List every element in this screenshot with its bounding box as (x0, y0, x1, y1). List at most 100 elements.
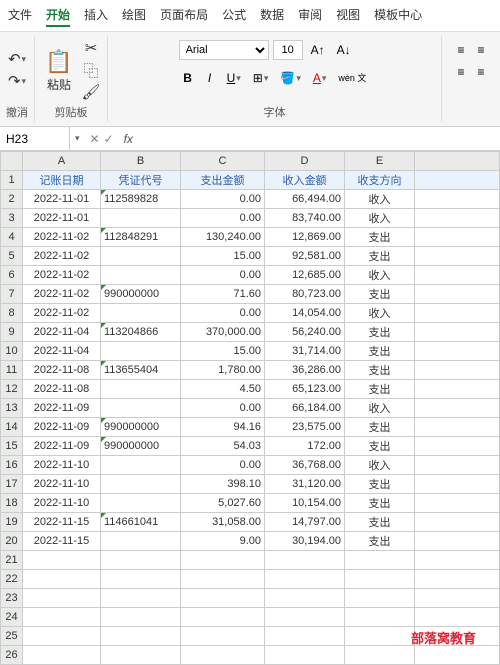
copy-icon[interactable]: ⿻ (81, 60, 101, 80)
cell[interactable]: 398.10 (181, 475, 265, 494)
row-header[interactable]: 14 (1, 418, 23, 437)
row-header[interactable]: 9 (1, 323, 23, 342)
cell[interactable]: 14,054.00 (265, 304, 345, 323)
grid[interactable]: A B C D E 1记账日期凭证代号支出金额收入金额收支方向22022-11-… (0, 151, 500, 665)
cell[interactable]: 4.50 (181, 380, 265, 399)
row-header[interactable]: 8 (1, 304, 23, 323)
row-header[interactable]: 12 (1, 380, 23, 399)
header-cell[interactable]: 支出金额 (181, 171, 265, 190)
cut-icon[interactable]: ✂ (81, 38, 101, 58)
cell[interactable]: 65,123.00 (265, 380, 345, 399)
row-header[interactable]: 17 (1, 475, 23, 494)
menu-template[interactable]: 模板中心 (374, 4, 422, 27)
row-header[interactable]: 24 (1, 608, 23, 627)
cell[interactable]: 990000000 (101, 437, 181, 456)
cell[interactable]: 2022-11-02 (23, 304, 101, 323)
increase-font-icon[interactable]: A↑ (307, 40, 329, 60)
bold-button[interactable]: B (179, 68, 197, 88)
cell[interactable]: 支出 (345, 494, 415, 513)
cell[interactable]: 收入 (345, 209, 415, 228)
cell[interactable] (101, 209, 181, 228)
cancel-formula-icon[interactable]: ✕ (90, 132, 100, 146)
cell[interactable]: 支出 (345, 437, 415, 456)
cell[interactable]: 14,797.00 (265, 513, 345, 532)
menu-data[interactable]: 数据 (260, 4, 284, 27)
cell[interactable]: 收入 (345, 266, 415, 285)
phonetic-button[interactable]: wèn 文 (334, 68, 370, 88)
cell[interactable]: 2022-11-10 (23, 456, 101, 475)
cell[interactable]: 支出 (345, 323, 415, 342)
row-header[interactable]: 19 (1, 513, 23, 532)
header-cell[interactable]: 记账日期 (23, 171, 101, 190)
font-color-button[interactable]: A▾ (309, 68, 331, 88)
row-header[interactable]: 18 (1, 494, 23, 513)
name-box[interactable] (0, 127, 70, 150)
cell[interactable]: 2022-11-15 (23, 513, 101, 532)
cell[interactable]: 9.00 (181, 532, 265, 551)
cell[interactable]: 2022-11-09 (23, 399, 101, 418)
col-header[interactable]: A (23, 152, 101, 171)
undo-icon[interactable]: ↶▾ (7, 49, 27, 69)
row-header[interactable]: 21 (1, 551, 23, 570)
cell[interactable]: 0.00 (181, 266, 265, 285)
cell[interactable]: 2022-11-02 (23, 285, 101, 304)
cell[interactable]: 收入 (345, 304, 415, 323)
cell[interactable]: 2022-11-02 (23, 266, 101, 285)
row-header[interactable]: 2 (1, 190, 23, 209)
row-header[interactable]: 13 (1, 399, 23, 418)
cell[interactable] (101, 494, 181, 513)
cell[interactable]: 66,184.00 (265, 399, 345, 418)
cell[interactable]: 5,027.60 (181, 494, 265, 513)
col-header[interactable]: D (265, 152, 345, 171)
border-button[interactable]: ⊞▾ (249, 68, 273, 88)
col-header[interactable]: E (345, 152, 415, 171)
fx-icon[interactable]: fx (120, 132, 137, 146)
cell[interactable]: 2022-11-08 (23, 380, 101, 399)
cell[interactable]: 12,869.00 (265, 228, 345, 247)
cell[interactable]: 12,685.00 (265, 266, 345, 285)
redo-icon[interactable]: ↷▾ (7, 71, 27, 91)
cell[interactable]: 2022-11-04 (23, 323, 101, 342)
cell[interactable]: 2022-11-10 (23, 475, 101, 494)
row-header[interactable]: 15 (1, 437, 23, 456)
cell[interactable]: 0.00 (181, 209, 265, 228)
col-header[interactable]: C (181, 152, 265, 171)
cell[interactable]: 2022-11-08 (23, 361, 101, 380)
cell[interactable]: 1,780.00 (181, 361, 265, 380)
cell[interactable]: 80,723.00 (265, 285, 345, 304)
row-header[interactable]: 16 (1, 456, 23, 475)
menu-review[interactable]: 审阅 (298, 4, 322, 27)
cell[interactable]: 0.00 (181, 190, 265, 209)
col-header[interactable] (415, 152, 500, 171)
select-all-corner[interactable] (1, 152, 23, 171)
cell[interactable] (101, 247, 181, 266)
header-cell[interactable]: 收入金额 (265, 171, 345, 190)
cell[interactable]: 112589828 (101, 190, 181, 209)
cell[interactable]: 83,740.00 (265, 209, 345, 228)
italic-button[interactable]: I (201, 68, 219, 88)
formula-input[interactable] (137, 127, 500, 150)
cell[interactable] (101, 380, 181, 399)
col-header[interactable]: B (101, 152, 181, 171)
align-middle-icon[interactable]: ≡ (472, 40, 490, 60)
align-center-icon[interactable]: ≡ (472, 62, 490, 82)
header-cell[interactable]: 凭证代号 (101, 171, 181, 190)
header-cell[interactable]: 收支方向 (345, 171, 415, 190)
row-header[interactable]: 23 (1, 589, 23, 608)
cell[interactable]: 66,494.00 (265, 190, 345, 209)
cell[interactable] (101, 342, 181, 361)
cell[interactable]: 71.60 (181, 285, 265, 304)
cell[interactable]: 54.03 (181, 437, 265, 456)
cell[interactable]: 收入 (345, 399, 415, 418)
cell[interactable]: 15.00 (181, 247, 265, 266)
fill-color-button[interactable]: 🪣▾ (276, 68, 304, 88)
cell[interactable] (101, 456, 181, 475)
paste-button[interactable]: 📋 粘贴 (41, 46, 77, 95)
cell[interactable] (101, 304, 181, 323)
menu-home[interactable]: 开始 (46, 4, 70, 27)
cell[interactable]: 56,240.00 (265, 323, 345, 342)
row-header[interactable]: 7 (1, 285, 23, 304)
cell[interactable]: 支出 (345, 247, 415, 266)
underline-button[interactable]: U▾ (223, 68, 245, 88)
row-header[interactable]: 6 (1, 266, 23, 285)
